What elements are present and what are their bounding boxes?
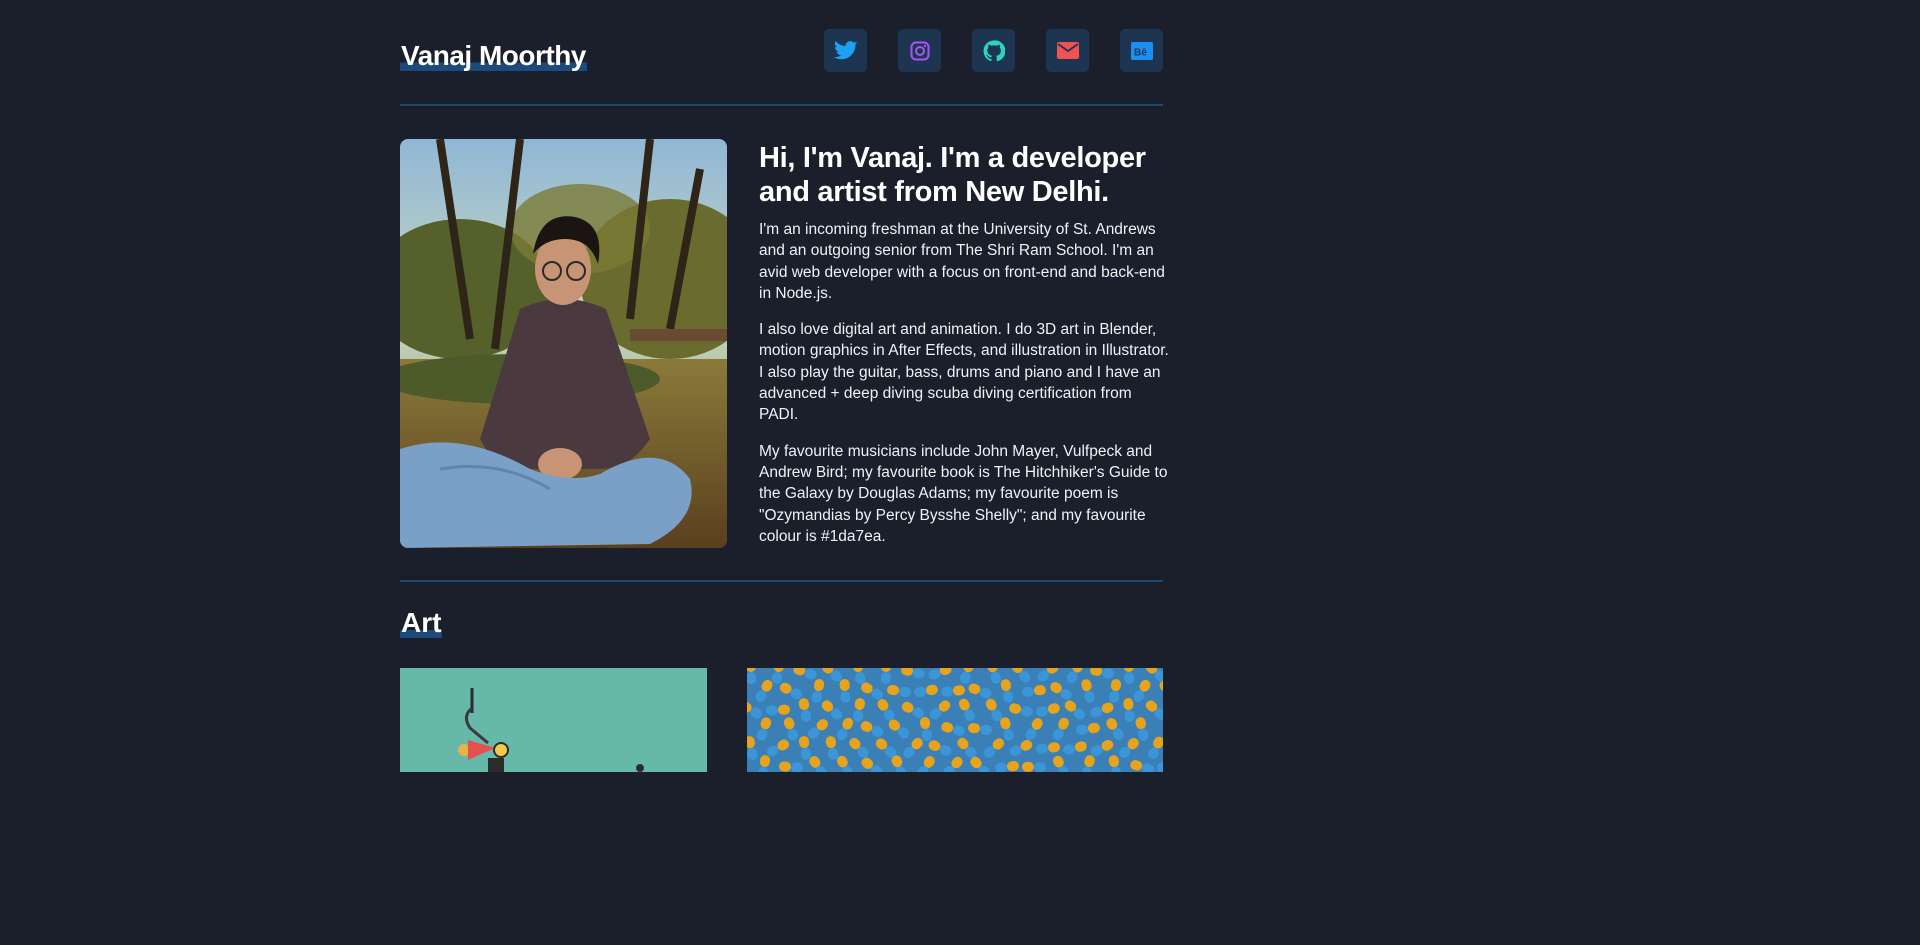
header: Vanaj Moorthy Bē <box>400 0 1163 105</box>
intro-heading: Hi, I'm Vanaj. I'm a developer and artis… <box>759 142 1146 208</box>
twitter-link[interactable] <box>824 29 867 72</box>
art-thumbnail[interactable] <box>747 668 1163 772</box>
envelope-icon <box>1056 42 1079 59</box>
art-illustration-lamp <box>400 668 707 772</box>
section-divider <box>400 580 1163 582</box>
site-title-text: Vanaj Moorthy <box>400 40 587 71</box>
instagram-link[interactable] <box>898 29 941 72</box>
behance-icon: Bē <box>1130 41 1153 60</box>
about-section: Hi, I'm Vanaj. I'm a developer and artis… <box>400 139 1169 549</box>
instagram-icon <box>910 41 929 60</box>
social-links: Bē <box>824 29 1163 72</box>
site-title[interactable]: Vanaj Moorthy <box>400 38 587 74</box>
art-illustration-pills <box>747 668 1163 772</box>
email-link[interactable] <box>1046 29 1089 72</box>
art-thumbnail[interactable] <box>400 668 707 772</box>
bio: Hi, I'm Vanaj. I'm a developer and artis… <box>759 141 1169 562</box>
profile-photo <box>400 139 727 548</box>
art-title-text: Art <box>400 607 443 638</box>
page-container: Vanaj Moorthy Bē Hi, I'm Vanaj. I'm a de… <box>400 0 1169 772</box>
github-icon <box>983 39 1005 61</box>
bio-paragraph: I also love digital art and animation. I… <box>759 321 1169 424</box>
profile-photo-illustration <box>400 139 727 548</box>
header-divider <box>400 104 1163 106</box>
bio-paragraph: My favourite musicians include John Maye… <box>759 442 1168 545</box>
bio-paragraph: I'm an incoming freshman at the Universi… <box>759 221 1165 302</box>
behance-link[interactable]: Bē <box>1120 29 1163 72</box>
art-section-title: Art <box>400 606 443 640</box>
github-link[interactable] <box>972 29 1015 72</box>
svg-text:Bē: Bē <box>1134 47 1147 58</box>
twitter-icon <box>833 40 857 59</box>
